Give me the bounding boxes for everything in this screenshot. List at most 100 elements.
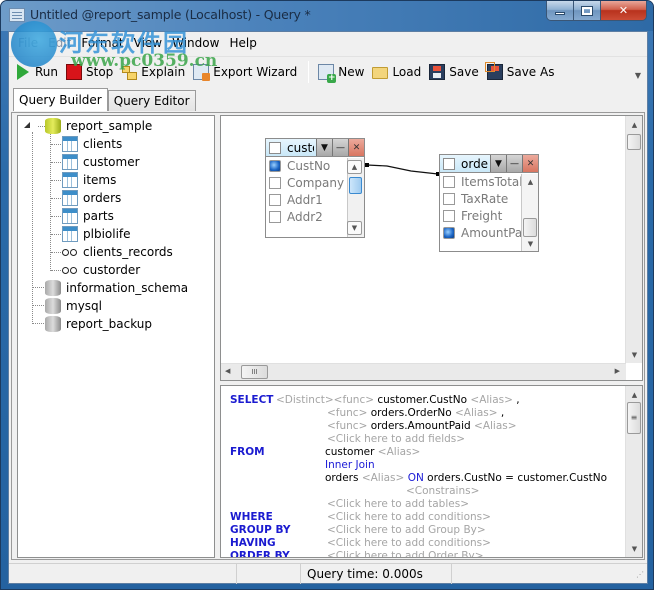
checkbox[interactable] xyxy=(269,210,281,223)
toolbar-overflow-icon[interactable]: ▼ xyxy=(635,71,641,80)
menu-view[interactable]: View xyxy=(129,36,167,50)
remove-table-icon[interactable]: ✕ xyxy=(348,139,364,156)
tree-item-items[interactable]: items xyxy=(51,171,116,189)
tree-item-report-sample[interactable]: report_sample xyxy=(18,117,152,135)
minimize-button[interactable] xyxy=(547,1,574,20)
keyword-order-by[interactable]: ORDER BY xyxy=(230,550,290,557)
table-box-header[interactable]: custo ▼ — ✕ xyxy=(266,139,364,157)
minimize-table-icon[interactable]: — xyxy=(332,139,348,156)
tree-item-information-schema[interactable]: information_schema xyxy=(45,279,188,297)
select-all-checkbox[interactable] xyxy=(443,157,455,170)
alias-placeholder[interactable]: <Alias> xyxy=(362,472,405,484)
scroll-down-arrow[interactable]: ▼ xyxy=(347,221,362,235)
scroll-up-arrow[interactable]: ▲ xyxy=(522,178,539,186)
scroll-down-arrow[interactable]: ▼ xyxy=(522,240,539,248)
checkbox[interactable] xyxy=(443,192,455,205)
add-group-by-link[interactable]: <Click here to add Group By> xyxy=(327,524,486,536)
func-placeholder[interactable]: <func> xyxy=(334,394,374,406)
table-box-scrollbar[interactable]: ▲ ▼ xyxy=(347,158,364,237)
func-placeholder[interactable]: <func> xyxy=(327,407,367,419)
tree-item-custorder[interactable]: custorder xyxy=(51,261,140,279)
scroll-left-arrow[interactable]: ◀ xyxy=(225,367,230,375)
dropdown-icon[interactable]: ▼ xyxy=(316,139,332,156)
checked-checkbox[interactable] xyxy=(269,159,281,172)
add-tables-link[interactable]: <Click here to add tables> xyxy=(327,498,469,510)
resize-grip-icon[interactable]: ⋰ xyxy=(452,564,647,584)
table-box-header[interactable]: orde ▼ — ✕ xyxy=(440,155,538,173)
diagram-horizontal-scrollbar[interactable]: ◀ III ▶ xyxy=(221,363,626,380)
diagram-vertical-scrollbar[interactable]: ▲ ▼ xyxy=(625,116,642,363)
tree-item-parts[interactable]: parts xyxy=(51,207,114,225)
menu-edit[interactable]: Edit xyxy=(43,36,76,50)
join-right-field[interactable]: customer.CustNo xyxy=(517,472,607,484)
table-box-scrollbar[interactable]: ▲ ▼ xyxy=(521,174,538,251)
scroll-thumb[interactable]: III xyxy=(241,365,268,379)
maximize-button[interactable] xyxy=(574,1,601,20)
select-field[interactable]: customer.CustNo xyxy=(377,394,467,406)
new-button[interactable]: New xyxy=(315,61,367,83)
load-button[interactable]: Load xyxy=(369,61,424,83)
tree-item-plbiolife[interactable]: plbiolife xyxy=(51,225,131,243)
scroll-up-arrow[interactable]: ▲ xyxy=(347,160,362,174)
checkbox[interactable] xyxy=(443,175,455,188)
keyword-select[interactable]: SELECT xyxy=(230,394,273,406)
title-bar[interactable]: Untitled @report_sample (Localhost) - Qu… xyxy=(1,1,653,31)
scroll-thumb[interactable] xyxy=(349,177,362,194)
scroll-thumb[interactable]: ≡ xyxy=(627,402,641,434)
select-field[interactable]: orders.AmountPaid xyxy=(371,420,471,432)
checkbox[interactable] xyxy=(269,193,281,206)
scroll-down-arrow[interactable]: ▼ xyxy=(626,351,643,359)
constrains-placeholder[interactable]: <Constrains> xyxy=(406,485,479,497)
add-fields-link[interactable]: <Click here to add fields> xyxy=(327,433,465,445)
tab-query-editor[interactable]: Query Editor xyxy=(107,90,196,111)
alias-placeholder[interactable]: <Alias> xyxy=(470,394,513,406)
distinct-placeholder[interactable]: <Distinct> xyxy=(276,394,334,406)
tree-item-mysql[interactable]: mysql xyxy=(45,297,102,315)
select-field[interactable]: orders.OrderNo xyxy=(371,407,452,419)
checked-checkbox[interactable] xyxy=(443,226,455,239)
scroll-up-arrow[interactable]: ▲ xyxy=(626,391,642,399)
add-having-link[interactable]: <Click here to add conditions> xyxy=(327,537,491,549)
add-order-by-link[interactable]: <Click here to add Order By> xyxy=(327,550,484,557)
join-left-field[interactable]: orders.CustNo xyxy=(427,472,502,484)
select-all-checkbox[interactable] xyxy=(269,141,281,154)
tree-item-customer[interactable]: customer xyxy=(51,153,140,171)
keyword-group-by[interactable]: GROUP BY xyxy=(230,524,291,536)
menu-format[interactable]: Format xyxy=(76,36,128,50)
alias-placeholder[interactable]: <Alias> xyxy=(378,446,421,458)
query-diagram-canvas[interactable]: custo ▼ — ✕ CustNo Company Addr1 Addr2 ▲ xyxy=(220,115,643,381)
sql-vertical-scrollbar[interactable]: ▲ ≡ ▼ xyxy=(625,386,642,557)
sql-builder-pane[interactable]: SELECT <Distinct><func> customer.CustNo … xyxy=(220,385,643,558)
scroll-up-arrow[interactable]: ▲ xyxy=(626,121,643,129)
from-table[interactable]: customer xyxy=(325,446,374,458)
scroll-thumb[interactable] xyxy=(523,218,537,237)
keyword-where[interactable]: WHERE xyxy=(230,511,273,523)
save-button[interactable]: Save xyxy=(426,61,481,83)
close-button[interactable]: ✕ xyxy=(601,1,646,20)
menu-file[interactable]: File xyxy=(13,36,43,50)
tab-query-builder[interactable]: Query Builder xyxy=(13,88,108,111)
stop-button[interactable]: Stop xyxy=(63,61,116,83)
export-wizard-button[interactable]: Export Wizard xyxy=(190,61,300,83)
minimize-table-icon[interactable]: — xyxy=(506,155,522,172)
alias-placeholder[interactable]: <Alias> xyxy=(474,420,517,432)
menu-help[interactable]: Help xyxy=(224,36,261,50)
tree-item-report-backup[interactable]: report_backup xyxy=(45,315,152,333)
tree-item-clients-records[interactable]: clients_records xyxy=(51,243,173,261)
expanded-arrow-icon[interactable] xyxy=(24,122,30,128)
join-table[interactable]: orders xyxy=(325,472,358,484)
remove-table-icon[interactable]: ✕ xyxy=(522,155,538,172)
scroll-down-arrow[interactable]: ▼ xyxy=(626,545,642,553)
scroll-right-arrow[interactable]: ▶ xyxy=(615,367,620,375)
alias-placeholder[interactable]: <Alias> xyxy=(455,407,498,419)
diagram-table-customer[interactable]: custo ▼ — ✕ CustNo Company Addr1 Addr2 ▲ xyxy=(265,138,365,238)
checkbox[interactable] xyxy=(443,209,455,222)
keyword-having[interactable]: HAVING xyxy=(230,537,276,549)
save-as-button[interactable]: Save As xyxy=(484,61,558,83)
tree-item-orders[interactable]: orders xyxy=(51,189,121,207)
keyword-from[interactable]: FROM xyxy=(230,446,265,458)
tree-item-clients[interactable]: clients xyxy=(51,135,122,153)
checkbox[interactable] xyxy=(269,176,281,189)
join-operator[interactable]: = xyxy=(505,472,514,484)
add-conditions-link[interactable]: <Click here to add conditions> xyxy=(327,511,491,523)
